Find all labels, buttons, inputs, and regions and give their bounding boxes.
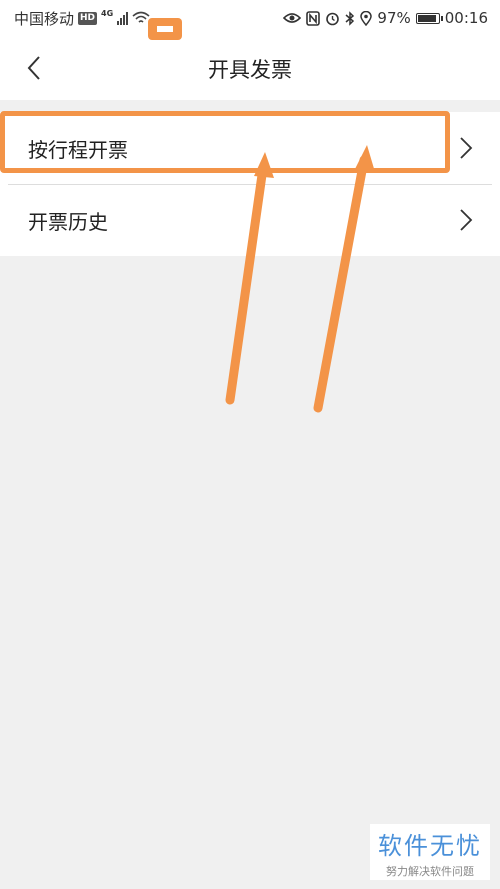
annotation-arrows [225,145,375,413]
watermark-subtitle: 努力解决软件问题 [386,865,474,878]
watermark-logo: 软件无忧 努力解决软件问题 [370,824,490,880]
watermark-title: 软件无忧 [378,832,482,860]
annotation-arrow-right [313,145,375,413]
annotation-arrow-left [225,152,274,405]
